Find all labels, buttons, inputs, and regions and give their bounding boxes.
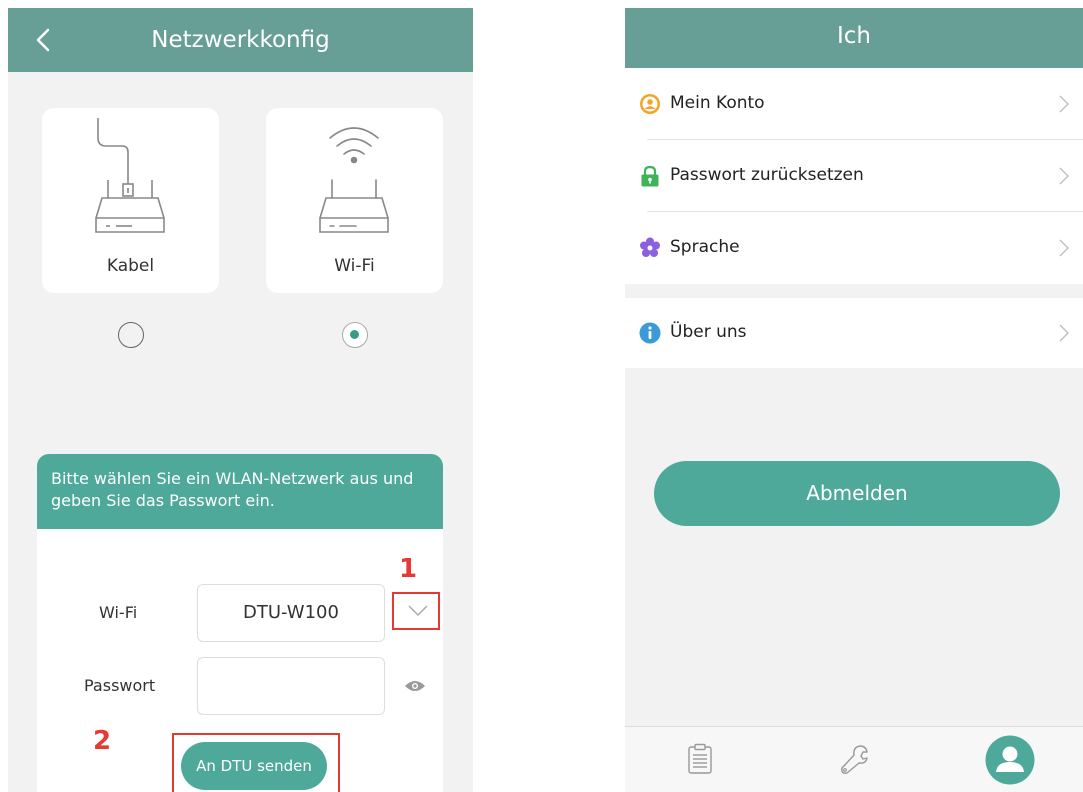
menu-item-label: Sprache: [670, 237, 740, 257]
menu-item-language[interactable]: Sprache: [625, 212, 1083, 284]
menu-item-label: Mein Konto: [670, 93, 765, 113]
logout-button[interactable]: Abmelden: [654, 461, 1060, 526]
radio-wifi[interactable]: [342, 322, 368, 348]
chevron-down-icon: [408, 605, 428, 617]
page-title: Netzwerkkonfig: [151, 27, 330, 53]
chevron-right-icon: [1059, 239, 1069, 257]
page-title: Ich: [836, 23, 871, 49]
cable-router-icon: [95, 118, 165, 233]
bottom-tab-bar: [625, 726, 1083, 792]
header-bar: Ich: [625, 8, 1083, 68]
about-menu: Über uns: [625, 298, 1083, 368]
wrench-icon: [841, 745, 868, 774]
lock-icon: [641, 165, 659, 187]
password-field[interactable]: [197, 657, 385, 715]
chevron-right-icon: [1059, 167, 1069, 185]
radio-selected-dot: [350, 330, 359, 339]
menu-item-label: Über uns: [670, 322, 747, 342]
menu-item-label: Passwort zurücksetzen: [670, 165, 864, 185]
chevron-right-icon: [1059, 95, 1069, 113]
tab-records[interactable]: [625, 727, 777, 792]
tab-tools[interactable]: [777, 727, 929, 792]
profile-screen: Ich Mein Konto Passwort zurücksetzen Spr…: [625, 8, 1083, 792]
wifi-router-icon: [319, 127, 389, 233]
clipboard-icon: [688, 743, 712, 774]
password-label: Passwort: [84, 676, 156, 695]
info-icon: [639, 322, 661, 344]
menu-item-about[interactable]: Über uns: [625, 298, 1083, 368]
flower-settings-icon: [640, 237, 660, 257]
send-to-dtu-button[interactable]: An DTU senden: [181, 742, 327, 790]
network-config-screen: Netzwerkkonfig Kabel Wi-Fi Bitte wählen …: [8, 8, 473, 792]
wifi-ssid-field[interactable]: DTU-W100: [197, 584, 385, 642]
header-bar: Netzwerkkonfig: [8, 8, 473, 72]
option-card-wifi[interactable]: Wi-Fi: [266, 108, 443, 293]
user-icon: [985, 735, 1035, 785]
option-label-kabel: Kabel: [106, 256, 155, 276]
chevron-right-icon: [1059, 324, 1069, 342]
option-card-kabel[interactable]: Kabel: [42, 108, 219, 293]
instruction-text: Bitte wählen Sie ein WLAN-Netzwerk aus u…: [37, 454, 443, 529]
wifi-label: Wi-Fi: [99, 603, 138, 622]
tab-profile[interactable]: [931, 727, 1083, 792]
annotation-step-1: 1: [399, 554, 418, 584]
wifi-dropdown-button[interactable]: [392, 592, 440, 630]
eye-icon[interactable]: [404, 679, 426, 693]
menu-item-reset-password[interactable]: Passwort zurücksetzen: [625, 140, 1083, 212]
annotation-step-2: 2: [93, 726, 112, 756]
user-circle-icon: [640, 94, 660, 114]
settings-menu: Mein Konto Passwort zurücksetzen Sprache: [625, 68, 1083, 284]
option-label-wifi: Wi-Fi: [334, 256, 375, 276]
radio-kabel[interactable]: [118, 322, 144, 348]
menu-item-account[interactable]: Mein Konto: [625, 68, 1083, 140]
